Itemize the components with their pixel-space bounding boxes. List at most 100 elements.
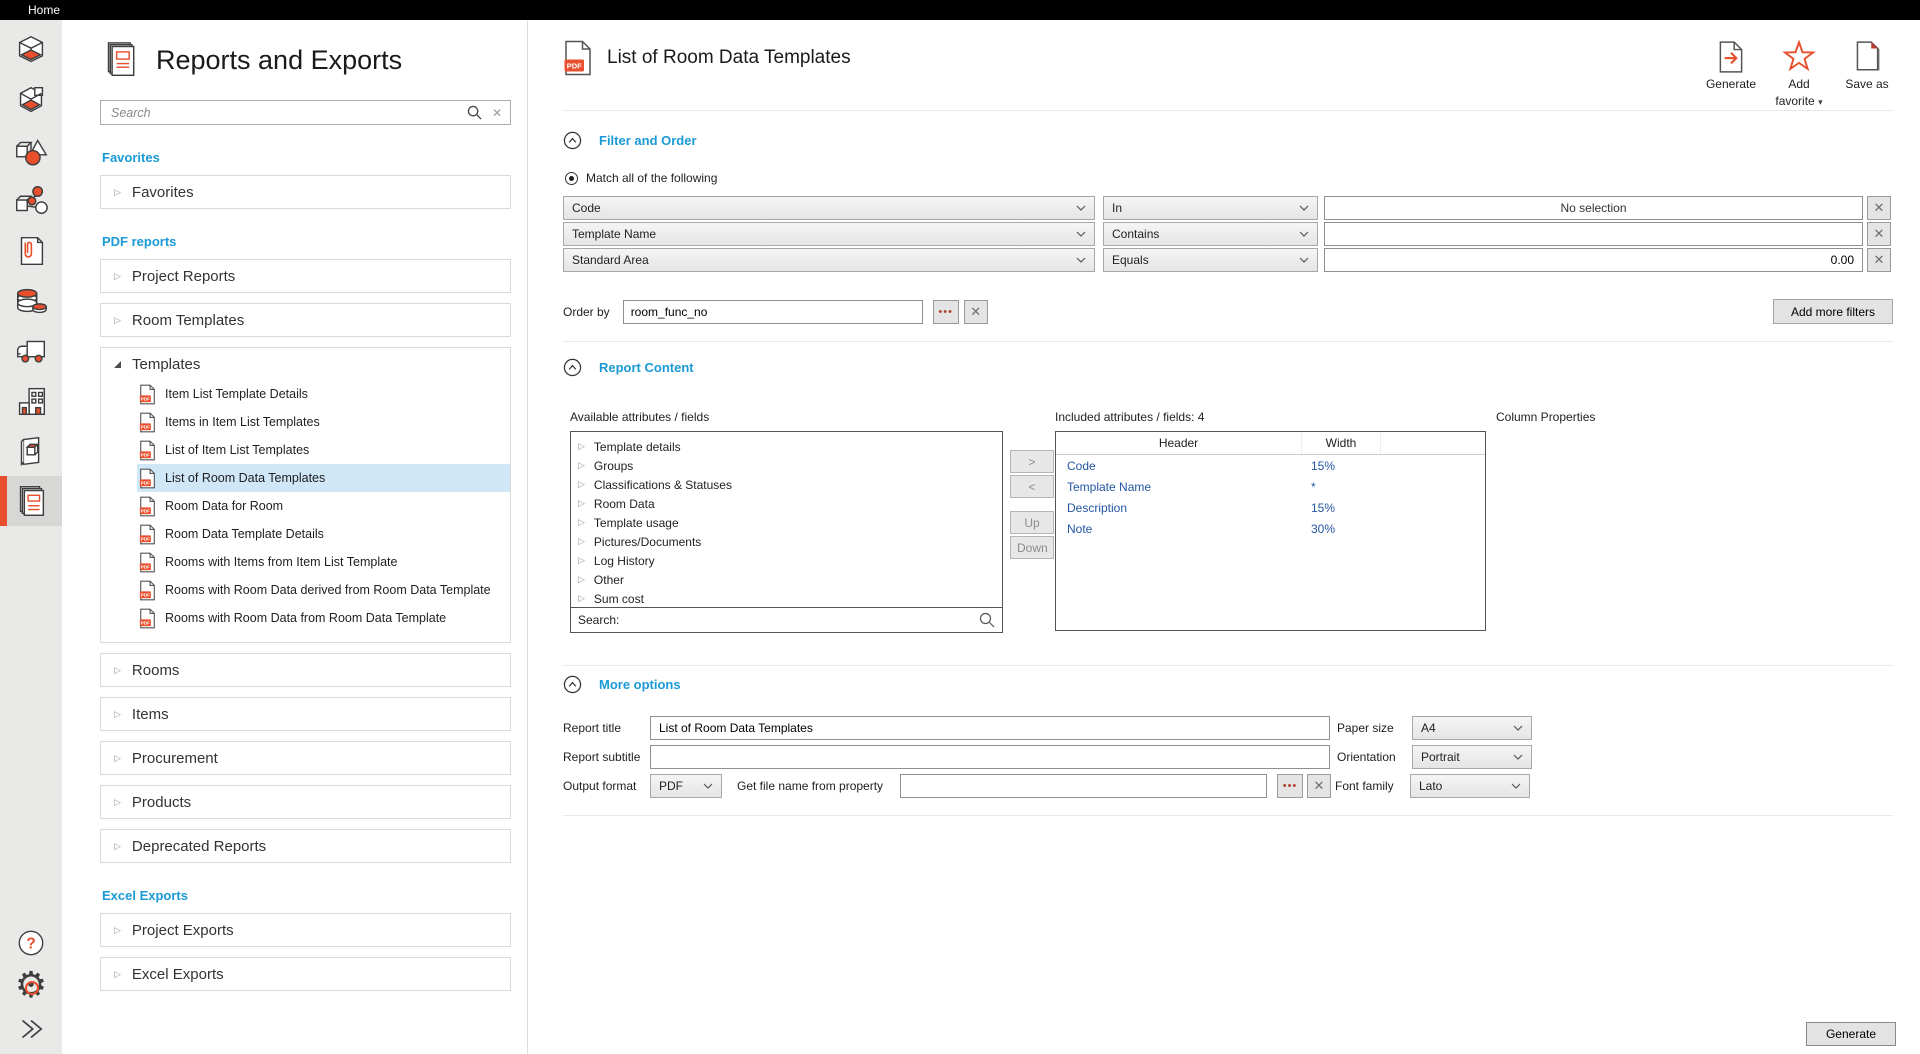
rail-item-catalog[interactable] <box>0 426 62 476</box>
paper-size-dropdown[interactable]: A4 <box>1412 716 1532 740</box>
expander-icon[interactable]: ▷ <box>114 316 121 325</box>
tree-item[interactable]: PDF Rooms with Room Data from Room Data … <box>137 604 510 632</box>
rail-item-items[interactable] <box>0 126 62 176</box>
expander-icon[interactable]: ▷ <box>578 556 585 565</box>
expander-icon[interactable]: ▷ <box>114 188 121 197</box>
tree-item[interactable]: PDF Rooms with Room Data derived from Ro… <box>137 576 510 604</box>
filter-value-field[interactable]: 0.00 <box>1324 248 1863 272</box>
expander-icon[interactable]: ▷ <box>114 754 121 763</box>
group-items[interactable]: ▷ Items <box>100 697 511 731</box>
help-button[interactable]: ? <box>0 921 62 964</box>
table-row[interactable]: Template Name * <box>1056 476 1485 497</box>
tree-item[interactable]: PDF Rooms with Items from Item List Temp… <box>137 548 510 576</box>
filter-value-field[interactable] <box>1324 222 1863 246</box>
attribute-group[interactable]: ▷Sum cost <box>571 589 1002 608</box>
move-right-button[interactable]: > <box>1010 450 1054 473</box>
file-name-property-input[interactable] <box>900 774 1267 798</box>
header-column[interactable]: Header <box>1056 436 1301 450</box>
expander-icon[interactable]: ▷ <box>578 461 585 470</box>
clear-file-name-button[interactable]: ✕ <box>1307 774 1331 798</box>
group-project-reports[interactable]: ▷ Project Reports <box>100 259 511 293</box>
collapse-rail-button[interactable] <box>0 1007 62 1050</box>
rail-item-procurement[interactable] <box>0 326 62 376</box>
table-row[interactable]: Description 15% <box>1056 497 1485 518</box>
collapse-section-button[interactable] <box>563 358 582 377</box>
tree-item[interactable]: PDF List of Item List Templates <box>137 436 510 464</box>
expander-open-icon[interactable] <box>114 361 121 368</box>
home-menu[interactable]: Home <box>28 3 60 17</box>
order-by-browse-button[interactable]: ••• <box>933 300 959 324</box>
tree-item[interactable]: PDF Room Data Template Details <box>137 520 510 548</box>
generate-button[interactable]: Generate <box>1705 40 1757 91</box>
attribute-group[interactable]: ▷Pictures/Documents <box>571 532 1002 551</box>
attribute-group[interactable]: ▷Template usage <box>571 513 1002 532</box>
expander-icon[interactable]: ▷ <box>114 272 121 281</box>
expander-icon[interactable]: ▷ <box>114 970 121 979</box>
group-procurement[interactable]: ▷ Procurement <box>100 741 511 775</box>
group-project-exports[interactable]: ▷ Project Exports <box>100 913 511 947</box>
rail-item-rooms[interactable] <box>0 26 62 76</box>
remove-filter-button[interactable]: ✕ <box>1867 248 1891 272</box>
expander-icon[interactable]: ▷ <box>578 537 585 546</box>
rail-item-attachments[interactable] <box>0 226 62 276</box>
remove-filter-button[interactable]: ✕ <box>1867 222 1891 246</box>
rail-item-products[interactable] <box>0 376 62 426</box>
group-deprecated-reports[interactable]: ▷ Deprecated Reports <box>100 829 511 863</box>
rail-item-systems[interactable] <box>0 176 62 226</box>
collapse-section-button[interactable] <box>563 675 582 694</box>
filter-value-field[interactable]: No selection <box>1324 196 1863 220</box>
attribute-group[interactable]: ▷Template details <box>571 437 1002 456</box>
filter-field-dropdown[interactable]: Standard Area <box>563 248 1095 272</box>
add-more-filters-button[interactable]: Add more filters <box>1773 299 1893 324</box>
rail-item-reports[interactable] <box>0 476 62 526</box>
move-left-button[interactable]: < <box>1010 475 1054 498</box>
expander-icon[interactable]: ▷ <box>578 575 585 584</box>
filter-operator-dropdown[interactable]: Equals <box>1103 248 1318 272</box>
add-favorite-button[interactable]: Add favorite ▾ <box>1773 40 1825 109</box>
clear-order-by-button[interactable]: ✕ <box>964 300 988 324</box>
remove-filter-button[interactable]: ✕ <box>1867 196 1891 220</box>
width-column[interactable]: Width <box>1301 432 1381 454</box>
report-subtitle-input[interactable] <box>650 745 1330 769</box>
group-excel-exports[interactable]: ▷ Excel Exports <box>100 957 511 991</box>
font-family-dropdown[interactable]: Lato <box>1410 774 1530 798</box>
tree-item[interactable]: PDF Room Data for Room <box>137 492 510 520</box>
expander-icon[interactable]: ▷ <box>578 480 585 489</box>
filter-operator-dropdown[interactable]: Contains <box>1103 222 1318 246</box>
attribute-group[interactable]: ▷Classifications & Statuses <box>571 475 1002 494</box>
expander-icon[interactable]: ▷ <box>114 842 121 851</box>
move-down-button[interactable]: Down <box>1010 536 1054 559</box>
rail-item-finance[interactable] <box>0 276 62 326</box>
settings-button[interactable]: ⚙ <box>0 964 62 1007</box>
expander-icon[interactable]: ▷ <box>114 798 121 807</box>
save-as-button[interactable]: Save as <box>1841 40 1893 91</box>
report-title-input[interactable] <box>650 716 1330 740</box>
expander-icon[interactable]: ▷ <box>578 518 585 527</box>
attribute-group[interactable]: ▷Groups <box>571 456 1002 475</box>
output-format-dropdown[interactable]: PDF <box>650 774 722 798</box>
table-row[interactable]: Note 30% <box>1056 518 1485 539</box>
order-by-input[interactable] <box>623 300 923 324</box>
rail-item-room-data[interactable] <box>0 76 62 126</box>
move-up-button[interactable]: Up <box>1010 511 1054 534</box>
table-row[interactable]: Code 15% <box>1056 455 1485 476</box>
match-all-radio[interactable] <box>565 172 578 185</box>
filter-field-dropdown[interactable]: Template Name <box>563 222 1095 246</box>
attribute-group[interactable]: ▷Room Data <box>571 494 1002 513</box>
group-rooms[interactable]: ▷ Rooms <box>100 653 511 687</box>
expander-icon[interactable]: ▷ <box>578 499 585 508</box>
attribute-group[interactable]: ▷Log History <box>571 551 1002 570</box>
group-room-templates[interactable]: ▷ Room Templates <box>100 303 511 337</box>
tree-item-selected[interactable]: PDF List of Room Data Templates <box>137 464 510 492</box>
file-name-browse-button[interactable]: ••• <box>1277 774 1303 798</box>
expander-icon[interactable]: ▷ <box>114 710 121 719</box>
expander-icon[interactable]: ▷ <box>114 666 121 675</box>
expander-icon[interactable]: ▷ <box>578 594 585 603</box>
group-favorites[interactable]: ▷ Favorites <box>100 175 511 209</box>
filter-field-dropdown[interactable]: Code <box>563 196 1095 220</box>
orientation-dropdown[interactable]: Portrait <box>1412 745 1532 769</box>
tree-item[interactable]: PDF Items in Item List Templates <box>137 408 510 436</box>
collapse-section-button[interactable] <box>563 131 582 150</box>
expander-icon[interactable]: ▷ <box>114 926 121 935</box>
search-icon[interactable] <box>467 105 482 120</box>
